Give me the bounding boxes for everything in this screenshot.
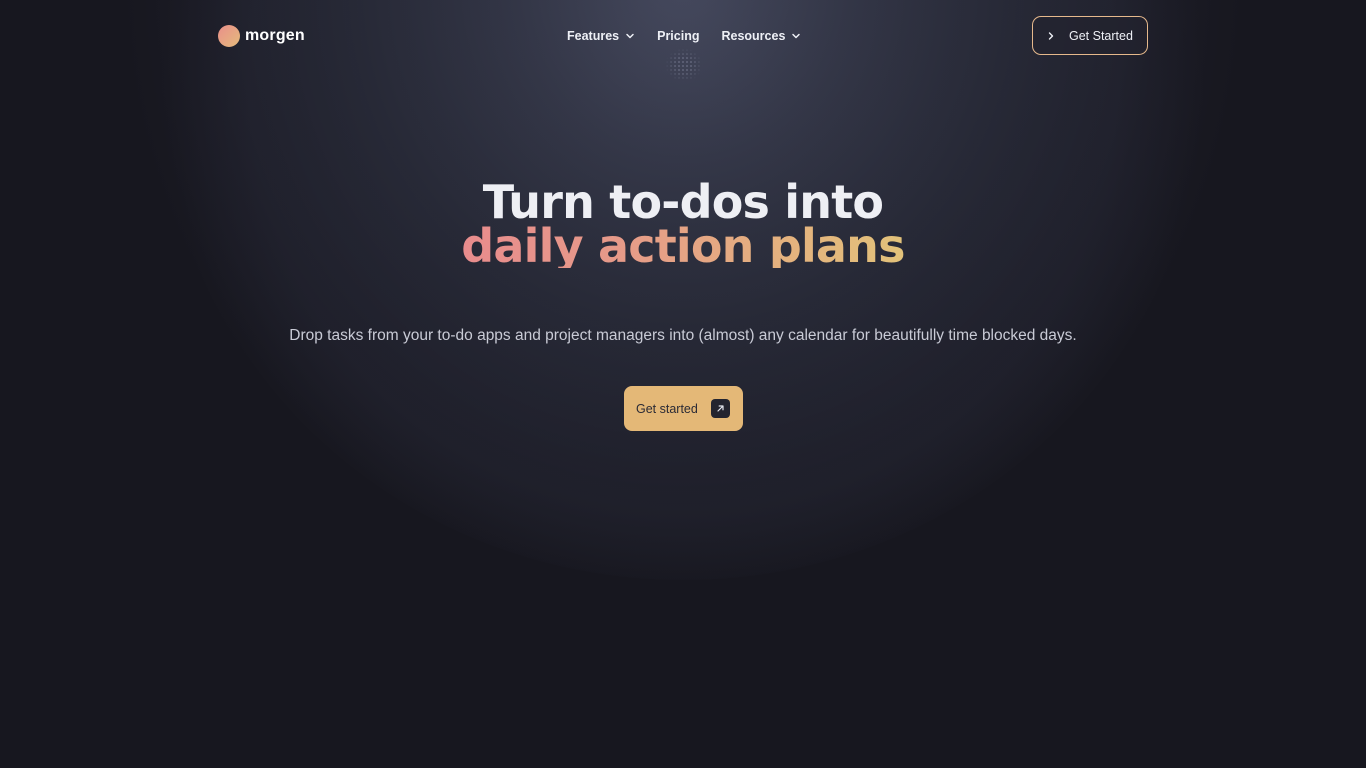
get-started-primary-button[interactable]: Get started bbox=[624, 386, 743, 431]
nav-item-features[interactable]: Features bbox=[567, 29, 635, 43]
chevron-down-icon bbox=[625, 31, 635, 41]
get-started-nav-label: Get Started bbox=[1069, 28, 1133, 43]
chevron-down-icon bbox=[791, 31, 801, 41]
morgen-logo-icon bbox=[218, 24, 240, 47]
landing-page: morgen Features Pricing Resources Get St… bbox=[0, 0, 1366, 768]
main-menu: Features Pricing Resources bbox=[567, 29, 801, 43]
hero-title-line-2: daily action plans bbox=[461, 219, 905, 273]
nav-item-pricing[interactable]: Pricing bbox=[657, 29, 699, 43]
nav-item-label: Features bbox=[567, 28, 620, 43]
top-navigation: morgen Features Pricing Resources Get St… bbox=[218, 16, 1148, 55]
nav-item-label: Pricing bbox=[657, 28, 700, 43]
logo-text: morgen bbox=[245, 26, 305, 44]
nav-item-label: Resources bbox=[721, 28, 786, 43]
background-glow bbox=[160, 0, 1206, 580]
nav-item-resources[interactable]: Resources bbox=[721, 29, 801, 43]
chevron-right-icon bbox=[1047, 31, 1055, 41]
get-started-nav-button[interactable]: Get Started bbox=[1032, 16, 1148, 55]
hero-title-line-1: Turn to-dos into bbox=[482, 175, 884, 229]
logo-link[interactable]: morgen bbox=[218, 24, 305, 47]
hero-subtitle: Drop tasks from your to-do apps and proj… bbox=[289, 327, 1077, 344]
hero-section: Turn to-dos into daily action plans bbox=[0, 175, 1366, 273]
get-started-primary-label: Get started bbox=[636, 401, 698, 416]
arrow-up-right-icon bbox=[711, 399, 730, 418]
